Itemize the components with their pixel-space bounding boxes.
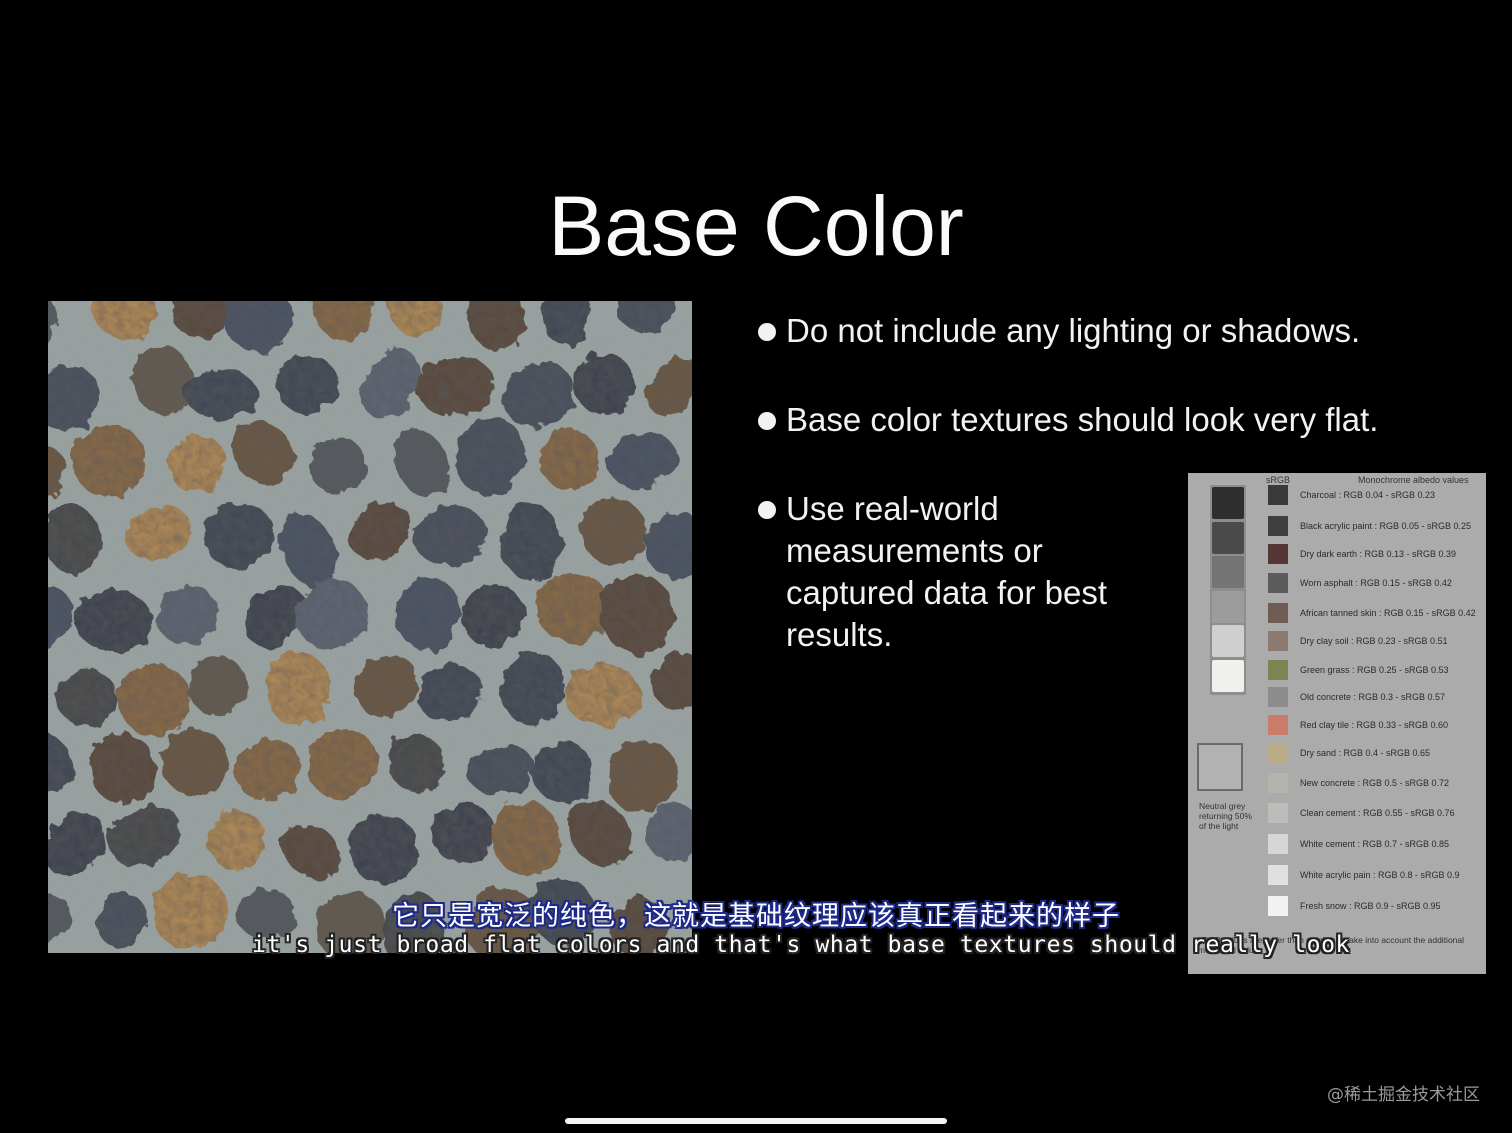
albedo-row: Charcoal : RGB 0.04 - sRGB 0.23 [1268,485,1435,505]
bullet-dot-icon [758,412,776,430]
albedo-label: Worn asphalt : RGB 0.15 - sRGB 0.42 [1300,578,1452,588]
grey-step-swatch [1212,556,1244,588]
albedo-row: Red clay tile : RGB 0.33 - sRGB 0.60 [1268,715,1448,735]
grey-step-swatch [1212,590,1244,623]
albedo-label: New concrete : RGB 0.5 - sRGB 0.72 [1300,778,1450,788]
albedo-swatch [1268,773,1288,793]
albedo-row: New concrete : RGB 0.5 - sRGB 0.72 [1268,773,1449,793]
albedo-label: Black acrylic paint : RGB 0.05 - sRGB 0.… [1300,521,1472,531]
albedo-swatch [1268,834,1288,854]
stone-texture-image [48,301,692,953]
albedo-row: Old concrete : RGB 0.3 - sRGB 0.57 [1268,687,1445,707]
subtitle-english: it's just broad flat colors and that's w… [252,932,1350,958]
albedo-row: African tanned skin : RGB 0.15 - sRGB 0.… [1268,603,1476,623]
albedo-row: Dry sand : RGB 0.4 - sRGB 0.65 [1268,743,1430,763]
grey-step-swatch [1212,487,1244,519]
albedo-label: Red clay tile : RGB 0.33 - sRGB 0.60 [1300,720,1449,730]
slide-title: Base Color [548,179,964,273]
chart-left-header: sRGB [1266,475,1291,485]
albedo-swatch [1268,544,1288,564]
albedo-label: Dry clay soil : RGB 0.23 - sRGB 0.51 [1300,636,1448,646]
bullet-text: Do not include any lighting or shadows. [786,312,1361,349]
albedo-row: Dry dark earth : RGB 0.13 - sRGB 0.39 [1268,544,1456,564]
albedo-row: White acrylic pain : RGB 0.8 - sRGB 0.9 [1268,865,1460,885]
albedo-row: Dry clay soil : RGB 0.23 - sRGB 0.51 [1268,631,1448,651]
bullet-text: Use real-world measurements or captured … [786,490,1108,653]
albedo-label: Old concrete : RGB 0.3 - sRGB 0.57 [1300,692,1446,702]
albedo-label: White acrylic pain : RGB 0.8 - sRGB 0.9 [1300,870,1460,880]
albedo-row: Black acrylic paint : RGB 0.05 - sRGB 0.… [1268,516,1471,536]
chart-right-header: Monochrome albedo values [1358,475,1469,485]
albedo-label: African tanned skin : RGB 0.15 - sRGB 0.… [1300,608,1476,618]
albedo-label: Dry sand : RGB 0.4 - sRGB 0.65 [1300,748,1431,758]
bullet-dot-icon [758,501,776,519]
bullet-item: Do not include any lighting or shadows. [758,310,1360,352]
albedo-swatch [1268,631,1288,651]
albedo-row: Clean cement : RGB 0.55 - sRGB 0.76 [1268,803,1455,823]
grey-step-swatch [1212,625,1244,657]
bullet-text: Base color textures should look very fla… [786,401,1379,438]
albedo-swatch [1268,516,1288,536]
albedo-swatch [1268,743,1288,763]
albedo-swatch [1268,603,1288,623]
albedo-swatch [1268,803,1288,823]
albedo-swatch [1268,865,1288,885]
albedo-label: Dry dark earth : RGB 0.13 - sRGB 0.39 [1300,549,1457,559]
albedo-row: White cement : RGB 0.7 - sRGB 0.85 [1268,834,1449,854]
albedo-label: Charcoal : RGB 0.04 - sRGB 0.23 [1300,490,1436,500]
subtitle-chinese: 它只是宽泛的纯色，这就是基础纹理应该真正看起来的样子 [392,901,1120,932]
albedo-label: Clean cement : RGB 0.55 - sRGB 0.76 [1300,808,1455,818]
albedo-swatch [1268,660,1288,680]
home-indicator[interactable] [565,1118,947,1124]
bullet-dot-icon [758,323,776,341]
neutral-grey-swatch [1197,743,1243,791]
albedo-swatch [1268,715,1288,735]
albedo-row: Worn asphalt : RGB 0.15 - sRGB 0.42 [1268,573,1452,593]
neutral-grey-label: Neutral grey returning 50% of the light [1199,801,1252,831]
albedo-label: White cement : RGB 0.7 - sRGB 0.85 [1300,839,1450,849]
albedo-swatch [1268,485,1288,505]
albedo-label: Green grass : RGB 0.25 - sRGB 0.53 [1300,665,1449,675]
albedo-row: Green grass : RGB 0.25 - sRGB 0.53 [1268,660,1449,680]
albedo-swatch [1268,573,1288,593]
albedo-swatch [1268,687,1288,707]
watermark: @稀土掘金技术社区 [1327,1085,1480,1105]
bullet-item: Base color textures should look very fla… [758,399,1378,441]
grey-step-swatch [1212,659,1244,692]
grey-scale-strip [1210,485,1246,695]
grey-step-swatch [1212,521,1244,554]
bullet-item: Use real-world measurements or captured … [758,488,1128,656]
